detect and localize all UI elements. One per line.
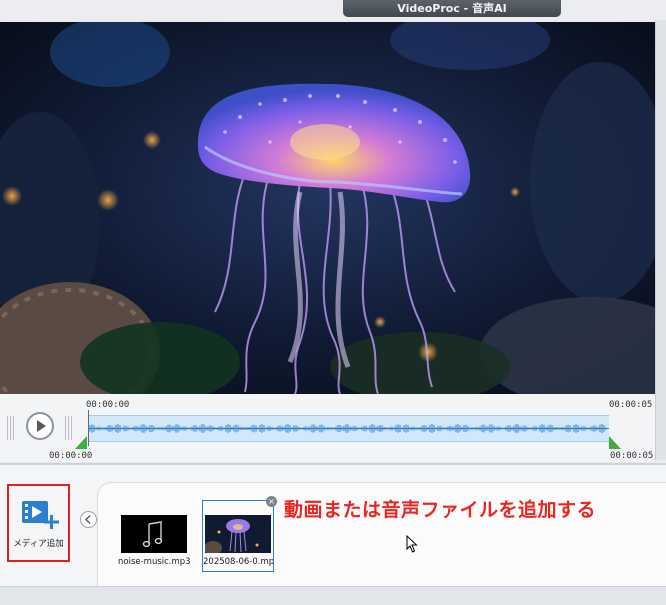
jellyfish-frame (0, 22, 655, 394)
waveform (88, 424, 609, 433)
instruction-annotation: 動画または音声ファイルを追加する (284, 499, 597, 521)
music-note-icon (142, 521, 163, 548)
close-icon[interactable]: × (266, 496, 277, 507)
timeline-end-time: 00:00:05 (609, 400, 653, 410)
trim-start-time: 00:00:00 (49, 451, 93, 461)
media-clip-audio[interactable]: noise-music.mp3 (118, 500, 193, 575)
clip-name: 202508-06-0.mp (203, 557, 273, 567)
add-media-label: メディア追加 (13, 539, 64, 549)
play-icon (37, 420, 46, 432)
trim-end-time: 00:00:05 (610, 451, 654, 461)
clip-thumbnail (121, 515, 187, 553)
clip-name: noise-music.mp3 (118, 557, 190, 567)
media-clip-video[interactable]: 202508-06-0.mp × (202, 496, 277, 572)
right-panel-edge (655, 20, 666, 460)
window-title: VideoProc - 音声AI (343, 0, 561, 17)
timeline-start-time: 00:00:00 (86, 400, 130, 410)
video-thumbnail-image (204, 515, 271, 555)
play-button[interactable] (26, 412, 54, 440)
chevron-left-icon (84, 514, 91, 525)
track-grip-handle[interactable] (65, 416, 72, 440)
video-preview[interactable] (0, 22, 655, 394)
clip-thumbnail (204, 515, 271, 555)
collapse-panel-button[interactable] (80, 511, 97, 528)
status-strip (0, 586, 666, 605)
left-grip-handle[interactable] (7, 416, 14, 440)
title-bar: VideoProc - 音声AI (0, 0, 666, 20)
mouse-cursor-icon (406, 535, 418, 553)
waveform-track[interactable] (88, 415, 609, 442)
add-video-icon (22, 501, 59, 529)
playhead[interactable] (88, 410, 89, 446)
add-media-button[interactable]: メディア追加 (7, 484, 70, 562)
